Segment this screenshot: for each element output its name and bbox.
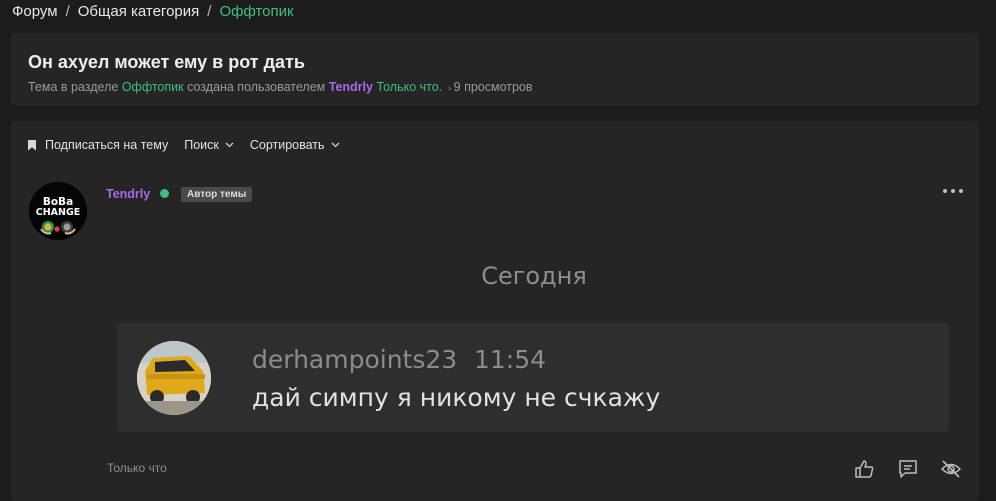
avatar[interactable]: BoBa CHANGE [29, 182, 87, 240]
day-separator: Сегодня [481, 262, 587, 290]
more-horizontal-icon[interactable] [943, 187, 963, 195]
meta-mid: создана пользователем [187, 80, 326, 94]
sort-button[interactable]: Сортировать [250, 138, 340, 152]
breadcrumb-current[interactable]: Оффтопик [219, 3, 293, 20]
chevron-down-icon [225, 142, 234, 148]
breadcrumb-category[interactable]: Общая категория [78, 3, 200, 20]
online-status-dot [160, 189, 169, 198]
post-container: Подписаться на тему Поиск Сортировать Bo… [11, 121, 979, 501]
view-count: 9 просмотров [453, 80, 533, 94]
thread-toolbar: Подписаться на тему Поиск Сортировать [28, 137, 356, 153]
section-link[interactable]: Оффтопик [122, 80, 184, 94]
subscribe-label: Подписаться на тему [45, 138, 169, 152]
breadcrumb-forum[interactable]: Форум [12, 3, 58, 20]
svg-text:CHANGE: CHANGE [36, 207, 81, 218]
search-button[interactable]: Поиск [184, 138, 234, 152]
subscribe-button[interactable]: Подписаться на тему [28, 138, 168, 152]
meta-prefix: Тема в разделе [28, 80, 119, 94]
search-label: Поиск [184, 138, 219, 152]
quoted-message: derhampoints23 11:54 дай симпу я никому … [117, 323, 949, 432]
thread-created: Только что. [376, 80, 443, 94]
thread-meta: Тема в разделе Оффтопик создана пользова… [28, 80, 533, 94]
post-author-link[interactable]: Tendrly [106, 187, 150, 201]
thread-header: Он ахуел может ему в рот дать Тема в раз… [11, 33, 979, 106]
quote-username: derhampoints23 [252, 345, 458, 374]
bookmark-icon [28, 139, 36, 151]
breadcrumb-separator: / [207, 2, 212, 20]
comment-icon[interactable] [897, 458, 919, 480]
eye-off-icon[interactable] [940, 458, 962, 480]
page-title: Он ахуел может ему в рот дать [28, 52, 305, 72]
quote-timestamp: 11:54 [474, 345, 547, 374]
avatar [137, 341, 211, 415]
meta-dot: › [445, 83, 454, 93]
yellow-car-image [137, 341, 211, 415]
status-badge: Автор темы [181, 187, 253, 202]
quote-text: дай симпу я никому не счкажу [252, 383, 661, 412]
breadcrumb: Форум / Общая категория / Оффтопик [12, 0, 294, 22]
chevron-down-icon [331, 142, 340, 148]
thread-author-link[interactable]: Tendrly [329, 80, 373, 94]
breadcrumb-separator: / [65, 2, 70, 20]
post-timestamp[interactable]: Только что [107, 461, 167, 475]
thumbs-up-icon[interactable] [853, 458, 875, 480]
sort-label: Сортировать [249, 138, 325, 152]
boba-change-logo: BoBa CHANGE [29, 182, 87, 240]
